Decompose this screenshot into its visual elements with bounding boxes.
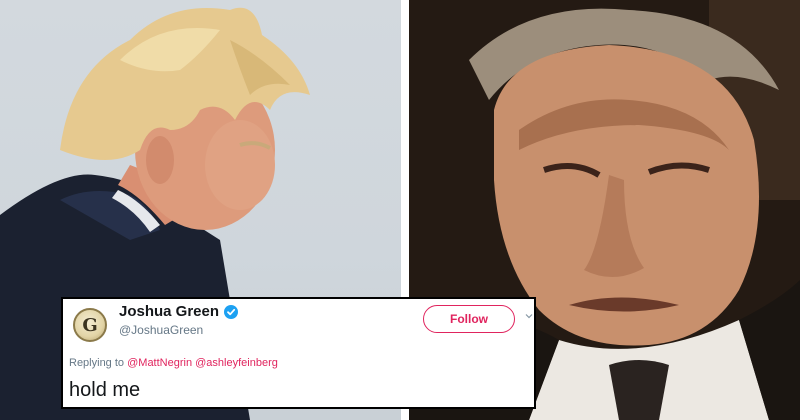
verified-badge-icon xyxy=(224,305,238,319)
reply-prefix: Replying to xyxy=(69,357,125,369)
tweet-card: G Joshua Green @JoshuaGreen Follow Reply… xyxy=(61,297,536,409)
chevron-down-icon[interactable] xyxy=(525,312,533,320)
mention-link-mattnegrin[interactable]: @MattNegrin xyxy=(127,357,192,369)
user-handle[interactable]: @JoshuaGreen xyxy=(119,323,203,337)
tweet-text: hold me xyxy=(69,379,141,401)
follow-button[interactable]: Follow xyxy=(423,305,515,333)
display-name[interactable]: Joshua Green xyxy=(119,303,219,320)
avatar-letter: G xyxy=(82,314,98,336)
reply-context: Replying to @MattNegrin @ashleyfeinberg xyxy=(69,357,278,369)
avatar[interactable]: G xyxy=(73,308,107,342)
mention-link-ashleyfeinberg[interactable]: @ashleyfeinberg xyxy=(195,357,278,369)
